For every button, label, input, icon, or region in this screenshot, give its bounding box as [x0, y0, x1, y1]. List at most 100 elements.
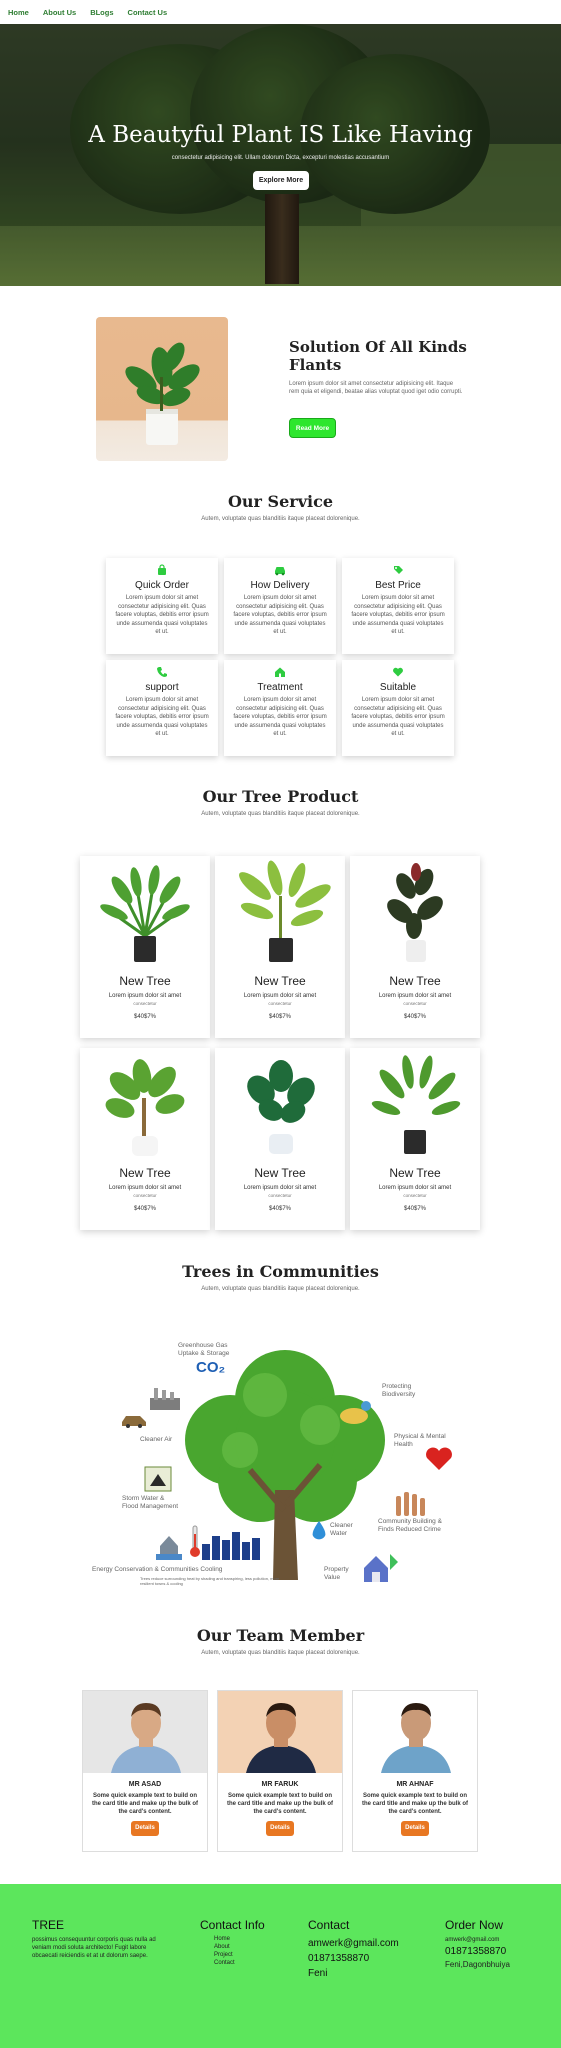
member-photo	[83, 1691, 207, 1773]
footer-contact-city: Feni	[308, 1968, 328, 1979]
explore-more-button[interactable]: Explore More	[253, 171, 309, 190]
solution-title: Solution Of All Kinds Flants	[289, 338, 467, 374]
footer-link-about[interactable]: About	[200, 1943, 290, 1951]
services-subtitle: Autem, voluptate quas blanditiis itaque …	[201, 516, 360, 522]
footer-order-column: Order Now amwerk@gmail.com 01871358870 F…	[445, 1918, 557, 1969]
nav-contact[interactable]: Contact Us	[128, 8, 168, 17]
product-desc: Lorem ipsum dolor sit amet	[378, 993, 452, 999]
bag-icon	[106, 564, 218, 578]
service-title: How Delivery	[250, 580, 310, 591]
service-card: Quick Order Lorem ipsum dolor sit amet c…	[106, 558, 218, 654]
co2-label: CO₂	[196, 1359, 226, 1376]
team-card: MR ASAD Some quick example text to build…	[82, 1690, 208, 1852]
product-desc-2: consectetur	[268, 1001, 292, 1006]
nav-about[interactable]: About Us	[43, 8, 76, 17]
rubber-plant-image	[350, 856, 480, 974]
heart-icon	[342, 666, 454, 680]
details-button[interactable]: Details	[401, 1821, 429, 1836]
member-name: MR AHNAF	[396, 1781, 434, 1788]
product-desc-2: consectetur	[403, 1001, 427, 1006]
product-card[interactable]: New Tree Lorem ipsum dolor sit amet cons…	[215, 856, 345, 1038]
service-card: How Delivery Lorem ipsum dolor sit amet …	[224, 558, 336, 654]
greenhouse-label: Greenhouse Gas Uptake & Storage	[178, 1342, 230, 1357]
product-desc-2: consectetur	[133, 1193, 157, 1198]
product-card[interactable]: New Tree Lorem ipsum dolor sit amet cons…	[350, 856, 480, 1038]
top-nav: Home About Us BLogs Contact Us	[0, 0, 561, 24]
palm-plant-image	[350, 1048, 480, 1166]
energy-label: Energy Conservation & Communities Coolin…	[92, 1566, 223, 1573]
nav-blogs[interactable]: BLogs	[90, 8, 113, 17]
product-name: New Tree	[389, 1166, 441, 1180]
product-card[interactable]: New Tree Lorem ipsum dolor sit amet cons…	[215, 1048, 345, 1230]
product-price: $40$7%	[268, 1206, 292, 1212]
service-text: Lorem ipsum dolor sit amet consectetur a…	[233, 595, 327, 635]
service-title: Suitable	[379, 682, 417, 693]
house-value-icon	[364, 1554, 398, 1582]
footer-contact-column: Contact amwerk@gmail.com 01871358870 Fen…	[308, 1918, 428, 1981]
product-price: $40$7%	[403, 1206, 427, 1212]
team-title: Our Team Member	[196, 1626, 365, 1645]
footer-brand-column: TREE possimus consequuntur corporis quas…	[32, 1918, 162, 1960]
footer-order-title: Order Now	[445, 1918, 504, 1932]
footer-link-home[interactable]: Home	[200, 1935, 290, 1943]
read-more-button[interactable]: Read More	[289, 418, 336, 438]
product-name: New Tree	[254, 1166, 306, 1180]
birds-nest-icon	[340, 1401, 371, 1424]
hands-icon	[396, 1492, 425, 1516]
product-name: New Tree	[254, 974, 306, 988]
hero-banner: A Beautyful Plant IS Like Having consect…	[0, 24, 561, 286]
potted-plant-image	[96, 317, 228, 461]
team-subtitle: Autem, voluptate quas blanditiis itaque …	[201, 1650, 360, 1656]
service-text: Lorem ipsum dolor sit amet consectetur a…	[351, 595, 445, 635]
cleaner-air-label: Cleaner Air	[140, 1436, 173, 1443]
flooded-house-icon	[156, 1536, 182, 1560]
product-desc: Lorem ipsum dolor sit amet	[378, 1185, 452, 1191]
product-desc: Lorem ipsum dolor sit amet	[108, 1185, 182, 1191]
product-desc: Lorem ipsum dolor sit amet	[243, 993, 317, 999]
details-button[interactable]: Details	[131, 1821, 159, 1836]
service-text: Lorem ipsum dolor sit amet consectetur a…	[233, 697, 327, 737]
energy-note: Trees reduce surrounding heat by shading…	[140, 1576, 280, 1586]
footer: TREE possimus consequuntur corporis quas…	[0, 1884, 561, 2048]
communities-subtitle: Autem, voluptate quas blanditiis itaque …	[201, 1286, 360, 1292]
team-card: MR AHNAF Some quick example text to buil…	[352, 1690, 478, 1852]
footer-contact-info-column: Contact Info Home About Project Contact	[200, 1918, 290, 1967]
property-value-label: Property Value	[324, 1566, 349, 1581]
products-title: Our Tree Product	[202, 787, 359, 806]
team-card: MR FARUK Some quick example text to buil…	[217, 1690, 343, 1852]
member-text: Some quick example text to build on the …	[361, 1793, 469, 1815]
service-text: Lorem ipsum dolor sit amet consectetur a…	[115, 697, 209, 737]
service-title: Best Price	[375, 580, 421, 591]
footer-link-project[interactable]: Project	[200, 1951, 290, 1959]
product-card[interactable]: New Tree Lorem ipsum dolor sit amet cons…	[80, 1048, 210, 1230]
services-title: Our Service	[227, 492, 334, 511]
communities-title: Trees in Communities	[182, 1262, 379, 1281]
areca-plant-image	[215, 856, 345, 974]
member-photo	[218, 1691, 342, 1773]
plant-illustration	[125, 342, 200, 445]
cleaner-water-label: Cleaner Water	[330, 1522, 353, 1537]
member-name: MR FARUK	[261, 1781, 299, 1788]
product-name: New Tree	[119, 1166, 171, 1180]
product-desc-2: consectetur	[133, 1001, 157, 1006]
footer-link-contact[interactable]: Contact	[200, 1959, 290, 1967]
service-title: Treatment	[257, 682, 303, 693]
service-card: Suitable Lorem ipsum dolor sit amet cons…	[342, 660, 454, 756]
factory-icon	[150, 1388, 180, 1410]
palm-plant-image	[80, 856, 210, 974]
product-price: $40$7%	[133, 1014, 157, 1020]
product-card[interactable]: New Tree Lorem ipsum dolor sit amet cons…	[80, 856, 210, 1038]
community-building-label: Community Building & Finds Reduced Crime	[378, 1518, 442, 1533]
details-button[interactable]: Details	[266, 1821, 294, 1836]
footer-order-email: amwerk@gmail.com	[445, 1937, 500, 1943]
product-desc-2: consectetur	[268, 1193, 292, 1198]
storm-water-label: Storm Water & Flood Management	[122, 1495, 179, 1510]
product-card[interactable]: New Tree Lorem ipsum dolor sit amet cons…	[350, 1048, 480, 1230]
nav-home[interactable]: Home	[8, 8, 29, 17]
pachira-plant-image	[80, 1048, 210, 1166]
member-name: MR ASAD	[128, 1781, 162, 1788]
service-text: Lorem ipsum dolor sit amet consectetur a…	[115, 595, 209, 635]
product-desc: Lorem ipsum dolor sit amet	[108, 993, 182, 999]
water-drop-icon	[312, 1521, 326, 1540]
service-title: support	[145, 682, 179, 693]
